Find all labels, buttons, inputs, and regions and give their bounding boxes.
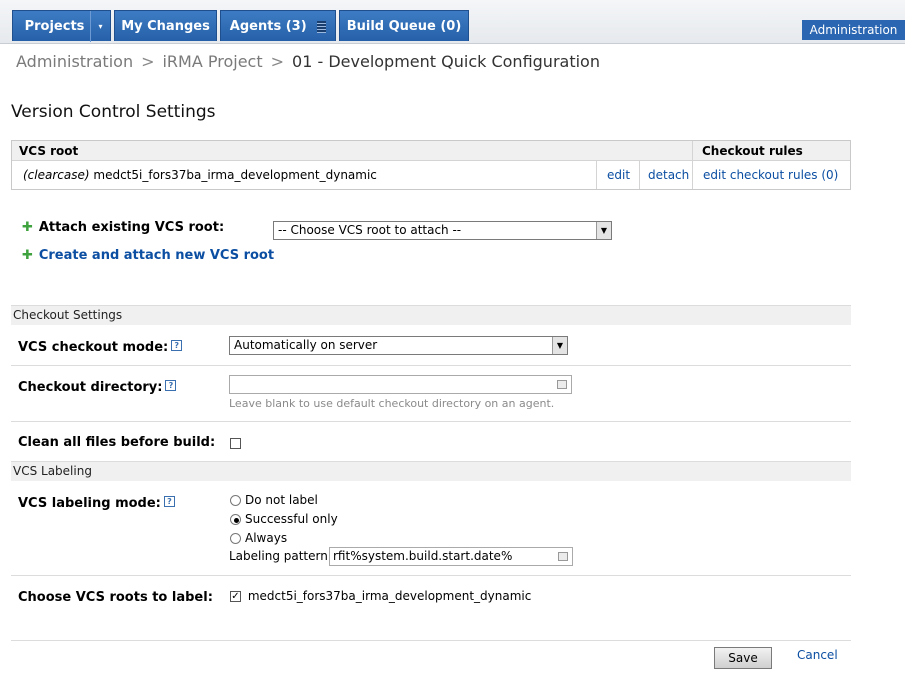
radio-button-selected[interactable] [230,514,241,525]
breadcrumb-project[interactable]: iRMA Project [162,52,262,71]
projects-dropdown-icon[interactable]: ▾ [90,11,110,42]
radio-button[interactable] [230,495,241,506]
vcs-root-label-text: medct5i_fors37ba_irma_development_dynami… [247,589,532,603]
help-icon[interactable]: ? [165,380,177,391]
cell-divider [596,161,597,189]
vcs-root-cell: (clearcase) medct5i_fors37ba_irma_develo… [23,161,593,189]
radio-button[interactable] [230,533,241,544]
radio-successful-only[interactable]: Successful only [230,510,338,529]
breadcrumb-separator: > [270,52,285,71]
checkout-directory-label-row: Checkout directory:? [18,380,177,395]
vcs-root-label-checkbox[interactable]: ✓ [230,591,241,602]
vcs-checkout-mode-label-row: VCS checkout mode:? [18,340,183,355]
projects-tab-label: Projects [24,19,85,34]
checkout-directory-input[interactable] [229,375,572,394]
page-title: Version Control Settings [11,102,216,122]
agents-tab-label: Agents (3) [229,19,307,34]
agents-grid-icon [317,20,327,33]
radio-successful-only-text: Successful only [245,512,338,526]
clean-files-checkbox[interactable] [230,438,241,449]
plus-icon: ✚ [22,220,33,235]
breadcrumb-current: 01 - Development Quick Configuration [292,52,600,71]
attach-vcs-root-label-row: ✚ Attach existing VCS root: [22,220,224,235]
help-icon[interactable]: ? [163,496,175,507]
radio-always-text: Always [245,531,288,545]
keyboard-icon [558,552,568,561]
vcs-roots-to-label-label: Choose VCS roots to label: [18,590,213,605]
create-vcs-root-row[interactable]: ✚ Create and attach new VCS root [22,248,274,263]
vcs-checkout-mode-value: Automatically on server [234,338,378,352]
vcs-root-type: (clearcase) [23,168,90,182]
divider [11,640,851,641]
checkout-directory-label: Checkout directory: [18,380,163,395]
my-changes-tab[interactable]: My Changes [114,10,217,41]
breadcrumb-separator: > [141,52,155,71]
edit-checkout-rules-link[interactable]: edit checkout rules (0) [703,161,838,189]
radio-always[interactable]: Always [230,529,338,548]
labeling-pattern-value: rfit%system.build.start.date% [333,549,513,563]
plus-icon: ✚ [22,248,33,263]
top-nav-bar: Projects ▾ My Changes Agents (3) Build Q… [0,0,905,44]
clean-files-label: Clean all files before build: [18,435,216,450]
agents-tab[interactable]: Agents (3) [220,10,336,41]
cell-divider [692,141,693,189]
vcs-checkout-mode-select[interactable]: Automatically on server ▼ [229,336,568,355]
divider [11,575,851,576]
vcs-root-header: VCS root [12,141,692,161]
help-icon[interactable]: ? [171,340,183,351]
vcs-labeling-mode-label-row: VCS labeling mode:? [18,496,175,511]
vcs-root-name: medct5i_fors37ba_irma_development_dynami… [93,168,377,182]
divider [11,365,851,366]
dropdown-arrow-icon: ▼ [552,337,567,354]
divider [11,421,851,422]
build-queue-tab[interactable]: Build Queue (0) [339,10,469,41]
attach-vcs-root-label: Attach existing VCS root: [38,220,225,235]
administration-link[interactable]: Administration [802,20,905,40]
checkout-directory-hint: Leave blank to use default checkout dire… [229,397,555,410]
radio-do-not-label[interactable]: Do not label [230,491,338,510]
create-attach-vcs-root-link[interactable]: Create and attach new VCS root [39,248,274,263]
radio-do-not-label-text: Do not label [245,493,318,507]
cancel-link[interactable]: Cancel [797,648,838,662]
vcs-labeling-section-title: VCS Labeling [11,461,851,481]
vcs-checkout-mode-label: VCS checkout mode: [18,340,169,355]
edit-vcs-root-link[interactable]: edit [607,161,630,189]
keyboard-icon [557,380,567,389]
labeling-mode-radio-group: Do not label Successful only Always [230,491,338,548]
vcs-roots-table: VCS root Checkout rules (clearcase) medc… [11,140,851,190]
attach-vcs-root-select-value: -- Choose VCS root to attach -- [278,223,462,237]
labeling-pattern-input[interactable]: rfit%system.build.start.date% [329,547,573,566]
vcs-labeling-mode-label: VCS labeling mode: [18,496,161,511]
cell-divider [639,161,640,189]
save-button[interactable]: Save [714,647,772,669]
labeling-pattern-label: Labeling pattern: [229,549,332,563]
dropdown-arrow-icon: ▼ [596,222,611,239]
checkout-rules-header: Checkout rules [692,141,850,161]
vcs-root-label-option[interactable]: ✓ medct5i_fors37ba_irma_development_dyna… [230,589,531,603]
breadcrumb-administration[interactable]: Administration [16,52,133,71]
checkout-settings-section-title: Checkout Settings [11,305,851,325]
projects-tab[interactable]: Projects ▾ [12,10,111,42]
attach-vcs-root-select[interactable]: -- Choose VCS root to attach -- ▼ [273,221,612,240]
detach-vcs-root-link[interactable]: detach [648,161,689,189]
breadcrumb: Administration > iRMA Project >01 - Develop… [16,52,600,71]
